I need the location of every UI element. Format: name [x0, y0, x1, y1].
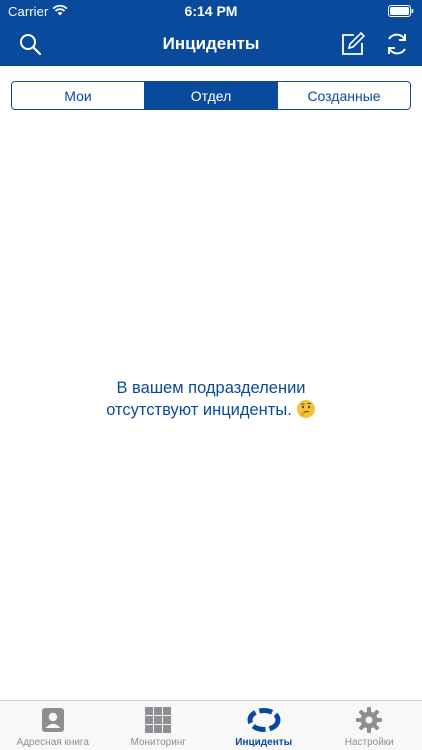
battery-icon: [388, 5, 414, 17]
thinking-face-icon: [296, 400, 315, 418]
lifebuoy-icon: [247, 708, 281, 732]
refresh-icon[interactable]: [384, 31, 410, 57]
status-time: 6:14 PM: [184, 3, 238, 19]
address-book-icon: [41, 708, 64, 732]
navigation-bar: Инциденты: [0, 22, 422, 66]
empty-state-message: В вашем подразделении отсутствуют инциде…: [0, 377, 422, 421]
tab-incidents[interactable]: Инциденты: [211, 701, 317, 750]
empty-state-line2: отсутствуют инциденты.: [106, 401, 292, 419]
tab-address-book[interactable]: Адресная книга: [0, 701, 106, 750]
segment-department[interactable]: Отдел: [145, 82, 278, 109]
tab-settings[interactable]: Настройки: [317, 701, 422, 750]
tab-label: Мониторинг: [130, 737, 186, 748]
tab-label: Инциденты: [235, 737, 293, 748]
tab-bar: Адресная книга Мониторинг Инциденты Наст…: [0, 700, 422, 750]
status-bar: Carrier 6:14 PM: [0, 0, 422, 22]
empty-state-line2-row: отсутствуют инциденты.: [0, 399, 422, 421]
segment-created[interactable]: Созданные: [278, 82, 410, 109]
segmented-control: Мои Отдел Созданные: [11, 81, 411, 110]
empty-state-line1: В вашем подразделении: [116, 379, 306, 397]
tab-label: Адресная книга: [16, 737, 89, 748]
tab-label: Настройки: [344, 737, 394, 748]
compose-icon[interactable]: [340, 31, 366, 57]
segment-my[interactable]: Мои: [12, 82, 145, 109]
tab-monitoring[interactable]: Мониторинг: [106, 701, 212, 750]
gear-icon: [356, 707, 383, 733]
monitoring-grid-icon: [145, 707, 172, 733]
header: Carrier 6:14 PM Инциденты: [0, 0, 422, 66]
